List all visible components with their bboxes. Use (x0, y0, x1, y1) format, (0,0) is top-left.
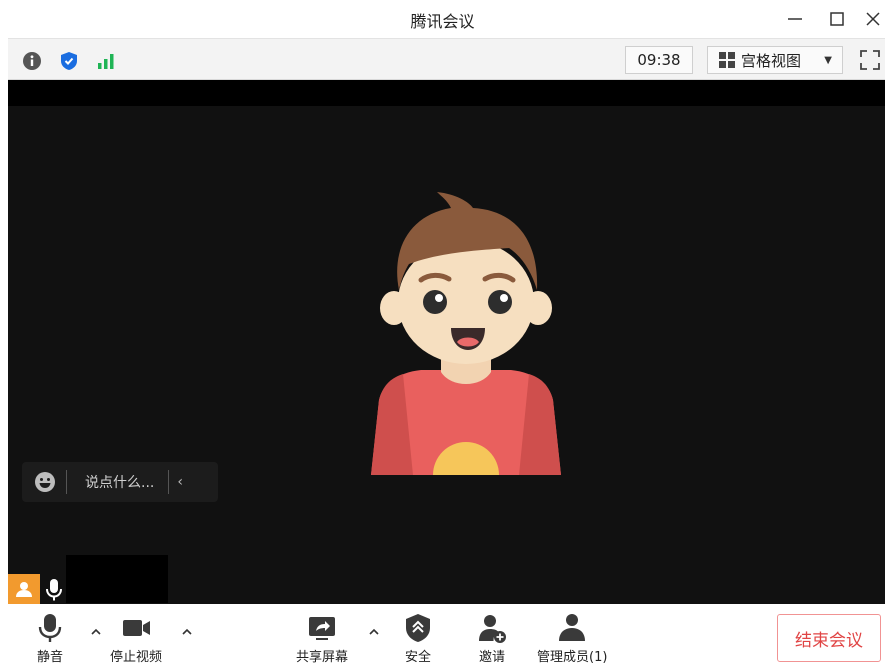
emoji-icon[interactable] (34, 471, 56, 493)
chevron-left-icon[interactable]: ‹ (177, 474, 183, 490)
microphone-icon (46, 579, 62, 601)
meeting-timer: 09:38 (625, 46, 693, 74)
title-bar: 腾讯会议 (0, 0, 885, 38)
manage-members-label: 管理成员(1) (537, 650, 608, 665)
maximize-button[interactable] (822, 4, 852, 34)
chat-separator (66, 470, 67, 494)
user-icon (16, 582, 32, 597)
chevron-up-icon[interactable] (90, 626, 102, 638)
control-bar: 静音 停止视频 共享屏幕 安全 邀请 管理成员(1) 结束会议 (0, 604, 885, 667)
security-label: 安全 (404, 650, 431, 665)
chat-placeholder[interactable]: 说点什么... (85, 472, 154, 492)
grid-icon (719, 52, 735, 68)
end-meeting-button[interactable]: 结束会议 (777, 614, 881, 662)
microphone-icon (38, 614, 62, 642)
participant-badge (8, 574, 40, 604)
chevron-down-icon: ▼ (824, 54, 832, 66)
chat-input-box[interactable]: 说点什么... ‹ (22, 462, 218, 502)
video-area[interactable]: 说点什么... ‹ (8, 80, 885, 604)
shield-icon[interactable] (59, 51, 79, 71)
share-screen-icon (309, 617, 335, 640)
signal-icon[interactable] (96, 51, 116, 71)
stop-video-label: 停止视频 (110, 650, 163, 665)
chevron-up-icon[interactable] (368, 626, 380, 638)
add-user-icon (479, 615, 506, 643)
meeting-toolbar: 09:38 宫格视图 ▼ (8, 38, 885, 80)
close-button[interactable] (858, 4, 885, 34)
close-icon (866, 12, 880, 26)
shield-icon (406, 614, 430, 642)
share-screen-label: 共享屏幕 (296, 650, 349, 665)
mute-button[interactable]: 静音 (34, 612, 66, 665)
minimize-icon (788, 18, 802, 20)
window-title: 腾讯会议 (410, 12, 475, 31)
maximize-icon (830, 12, 844, 26)
mute-label: 静音 (36, 650, 63, 665)
invite-button[interactable]: 邀请 (476, 612, 508, 665)
stop-video-button[interactable]: 停止视频 (110, 612, 162, 665)
chevron-up-icon[interactable] (181, 626, 193, 638)
view-mode-dropdown[interactable]: 宫格视图 ▼ (707, 46, 843, 74)
info-icon[interactable] (22, 51, 42, 71)
invite-label: 邀请 (478, 650, 505, 665)
view-mode-label: 宫格视图 (741, 51, 802, 70)
video-camera-icon (123, 620, 150, 636)
participant-name-mask (66, 555, 168, 603)
meeting-window: 腾讯会议 09:38 宫格视图 ▼ 说点什么... ‹ 静音 停止视频 共享屏幕… (0, 0, 885, 667)
chat-separator (168, 470, 170, 494)
fullscreen-icon[interactable] (860, 50, 880, 70)
minimize-button[interactable] (780, 4, 810, 34)
participant-avatar-illustration (371, 192, 561, 475)
manage-members-button[interactable]: 管理成员(1) (537, 612, 607, 665)
video-top-band (8, 80, 885, 106)
share-screen-button[interactable]: 共享屏幕 (296, 612, 348, 665)
members-icon (559, 614, 586, 641)
security-button[interactable]: 安全 (402, 612, 434, 665)
